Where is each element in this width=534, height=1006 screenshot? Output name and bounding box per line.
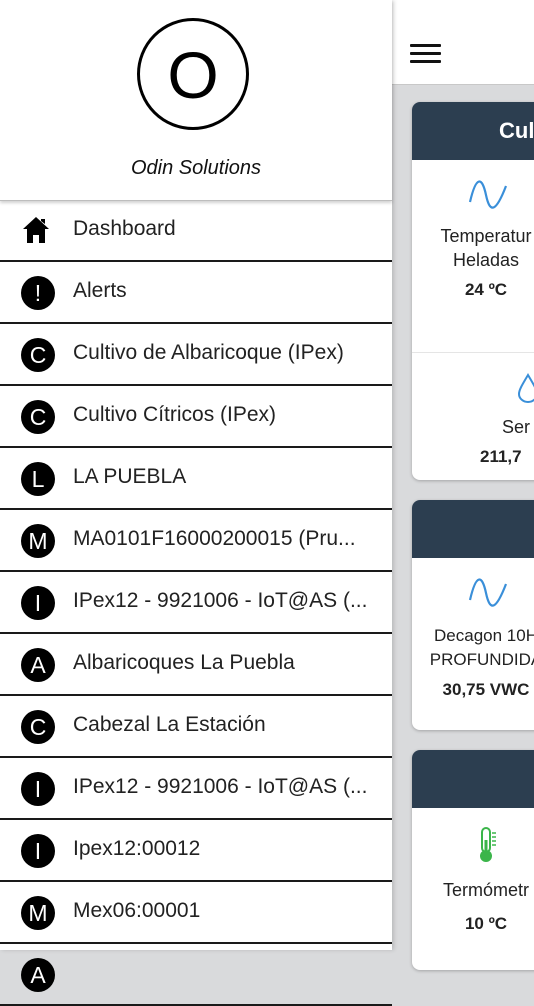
sensor-item[interactable]: Ser 211,7	[412, 373, 534, 480]
app-bar	[392, 0, 534, 85]
menu-item-label: Albaricoques La Puebla	[73, 651, 295, 674]
sensor-value: 24 ºC	[464, 280, 508, 299]
menu-icon[interactable]	[410, 44, 441, 64]
menu-item[interactable]: Dashboard	[0, 200, 392, 262]
wave-icon	[468, 180, 508, 209]
letter-avatar-icon: M	[21, 896, 55, 930]
sensor-label: Ser	[502, 417, 531, 437]
sensor-value: 10 ºC	[464, 914, 508, 933]
sensor-label-line2: Heladas	[452, 250, 520, 270]
letter-avatar-icon: L	[21, 462, 55, 496]
letter-avatar-icon: C	[21, 338, 55, 372]
sensor-item[interactable]: Temperatur Heladas 24 ºC	[412, 180, 534, 352]
letter-avatar-icon: C	[21, 710, 55, 744]
menu-item[interactable]: A	[0, 944, 392, 1006]
menu-item-label: Cultivo Cítricos (IPex)	[73, 403, 277, 426]
menu-item[interactable]: M Mex06:00001	[0, 882, 392, 944]
letter-avatar-icon: A	[21, 648, 55, 682]
sensor-value: 211,7	[480, 447, 522, 466]
sensor-value: 30,75 VWC	[442, 680, 530, 699]
menu-item-label: Mex06:00001	[73, 899, 201, 922]
menu-item-label: Dashboard	[73, 217, 176, 240]
menu-item[interactable]: ! Alerts	[0, 262, 392, 324]
menu-item[interactable]: I IPex12 - 9921006 - IoT@AS (...	[0, 758, 392, 820]
drop-icon	[517, 373, 534, 403]
letter-avatar-icon: I	[21, 772, 55, 806]
menu-item[interactable]: I Ipex12:00012	[0, 820, 392, 882]
logo: O	[137, 18, 249, 130]
letter-avatar-icon: C	[21, 400, 55, 434]
menu-item-label: Cultivo de Albaricoque (IPex)	[73, 341, 344, 364]
letter-avatar-icon: !	[21, 276, 55, 310]
menu-item[interactable]: I IPex12 - 9921006 - IoT@AS (...	[0, 572, 392, 634]
menu-item[interactable]: M MA0101F16000200015 (Pru...	[0, 510, 392, 572]
sensor-card[interactable]: Termómetr 10 ºC	[412, 750, 534, 970]
navigation-drawer: O Odin Solutions Dashboard! Alerts C Cultiv…	[0, 0, 392, 1006]
menu-item[interactable]: C Cultivo de Albaricoque (IPex)	[0, 324, 392, 386]
sensor-label: Decagon 10H	[434, 626, 534, 645]
letter-avatar-icon: I	[21, 834, 55, 868]
drawer-menu: Dashboard! Alerts C Cultivo de Albaricoque …	[0, 200, 392, 1006]
sensor-label-line2: PROFUNDIDA	[429, 650, 534, 669]
menu-item[interactable]: A Albaricoques La Puebla	[0, 634, 392, 696]
menu-item-label: MA0101F16000200015 (Pru...	[73, 527, 356, 550]
menu-item[interactable]: L LA PUEBLA	[0, 448, 392, 510]
organization-name: Odin Solutions	[130, 157, 262, 179]
home-icon	[23, 217, 49, 243]
drawer-header: O Odin Solutions	[0, 0, 392, 201]
letter-avatar-icon: A	[21, 958, 55, 992]
menu-item[interactable]: C Cabezal La Estación	[0, 696, 392, 758]
menu-item[interactable]: C Cultivo Cítricos (IPex)	[0, 386, 392, 448]
letter-avatar-icon: M	[21, 524, 55, 558]
sensor-label: Temperatur	[440, 226, 532, 246]
menu-item-label: Alerts	[73, 279, 127, 302]
divider	[412, 352, 534, 353]
wave-icon	[468, 578, 508, 607]
menu-item-label: Cabezal La Estación	[73, 713, 266, 736]
card-title	[412, 500, 534, 558]
menu-item-label: IPex12 - 9921006 - IoT@AS (...	[73, 775, 368, 798]
sensor-card[interactable]: Decagon 10H PROFUNDIDA 30,75 VWC	[412, 500, 534, 730]
letter-avatar-icon: I	[21, 586, 55, 620]
sensor-item[interactable]: Termómetr 10 ºC	[412, 826, 534, 934]
sensor-label: Termómetr	[442, 880, 529, 900]
card-title: Cul	[412, 102, 534, 160]
menu-item-label: Ipex12:00012	[73, 837, 201, 860]
card-title	[412, 750, 534, 808]
sensor-card[interactable]: Cul Temperatur Heladas 24 ºC Ser 211,7	[412, 102, 534, 480]
thermometer-icon	[480, 827, 496, 862]
sensor-item[interactable]: Decagon 10H PROFUNDIDA 30,75 VWC	[412, 578, 534, 700]
menu-item-label: IPex12 - 9921006 - IoT@AS (...	[73, 589, 368, 612]
menu-item-label: LA PUEBLA	[73, 465, 187, 488]
